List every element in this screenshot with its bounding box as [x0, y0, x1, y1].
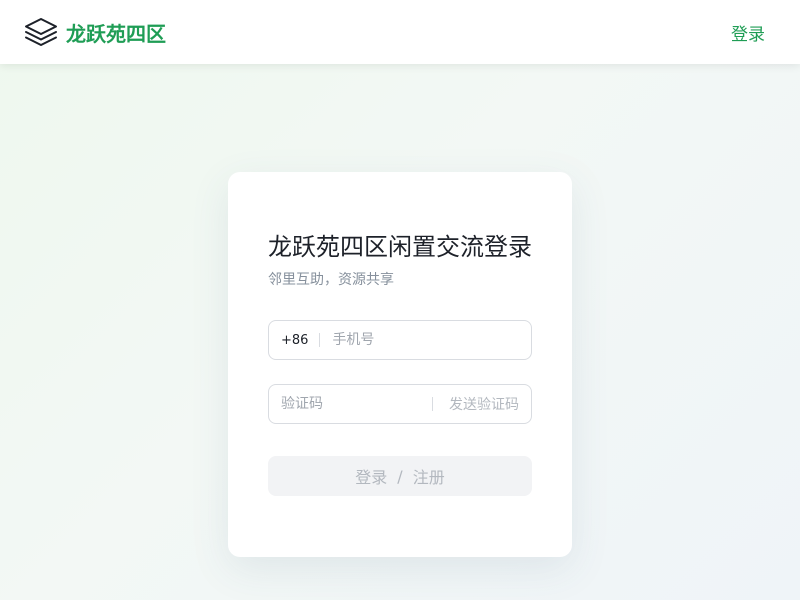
verification-code-field[interactable]: 发送验证码: [268, 384, 532, 424]
register-label: 注册: [412, 468, 445, 487]
country-code[interactable]: +86: [281, 333, 308, 348]
phone-field[interactable]: +86: [268, 320, 532, 360]
separator: /: [397, 466, 403, 486]
brand[interactable]: 龙跃苑四区: [24, 16, 166, 48]
send-code-button[interactable]: 发送验证码: [449, 394, 519, 414]
divider: [319, 333, 321, 347]
login-label: 登录: [355, 468, 388, 487]
login-subtitle: 邻里互助，资源共享: [268, 272, 394, 288]
phone-input[interactable]: [332, 332, 531, 348]
login-card: 龙跃苑四区闲置交流登录 邻里互助，资源共享 +86 发送验证码 登录 / 注册: [228, 172, 572, 557]
header-login-link[interactable]: 登录: [731, 20, 765, 45]
login-title: 龙跃苑四区闲置交流登录: [268, 233, 532, 261]
login-register-button[interactable]: 登录 / 注册: [268, 456, 532, 496]
brand-name: 龙跃苑四区: [66, 21, 166, 46]
layers-icon: [25, 18, 57, 46]
top-navbar: 龙跃苑四区 登录: [0, 0, 800, 64]
verification-code-input[interactable]: [281, 396, 424, 412]
divider: [432, 397, 433, 411]
